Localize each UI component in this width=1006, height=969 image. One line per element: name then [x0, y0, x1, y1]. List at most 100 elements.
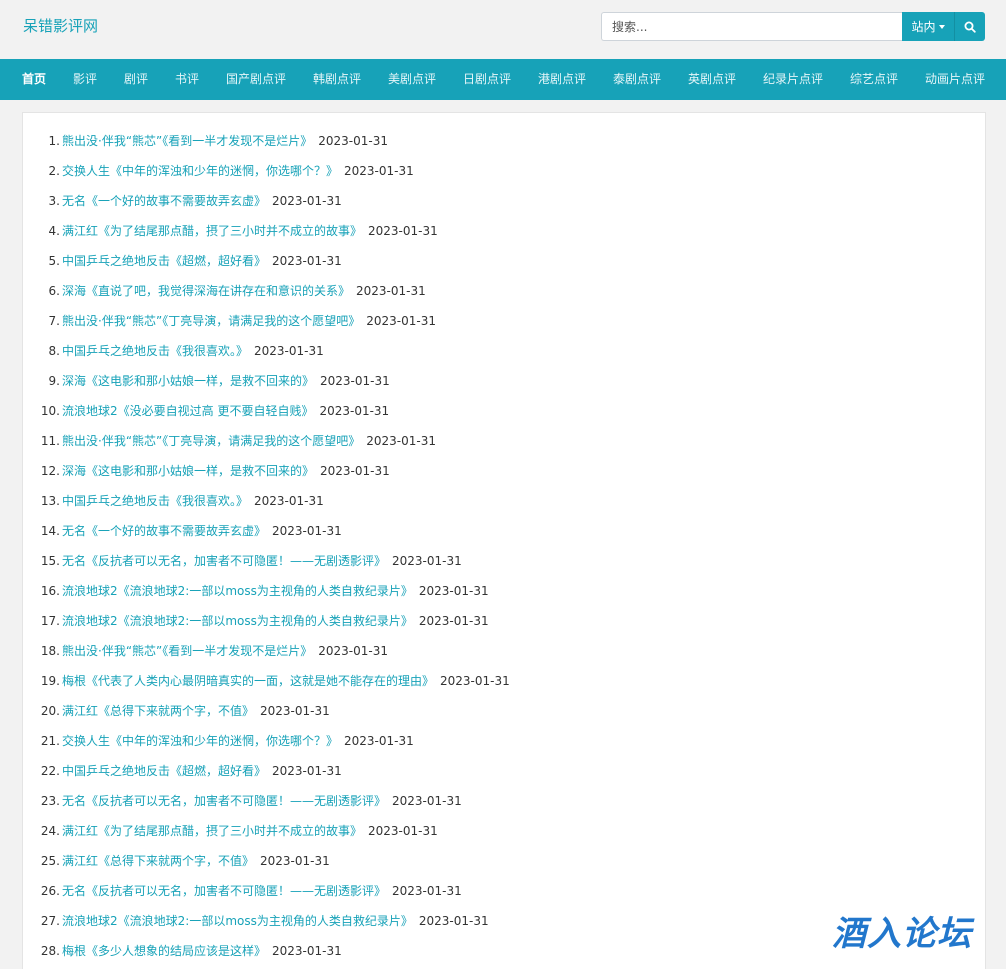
nav-item-book-reviews[interactable]: 书评: [175, 59, 199, 100]
review-title: 无名《反抗者可以无名，加害者不可隐匿！——无剧透影评》: [62, 794, 387, 808]
nav-item-jp-drama[interactable]: 日剧点评: [463, 59, 511, 100]
main-nav: 首页 影评 剧评 书评 国产剧点评 韩剧点评 美剧点评 日剧点评 港剧点评 泰剧…: [0, 59, 1006, 100]
nav-item-variety[interactable]: 综艺点评: [850, 59, 898, 100]
review-link[interactable]: 交换人生《中年的浑浊和少年的迷惘，你选哪个？》 2023-01-31: [62, 726, 414, 756]
review-link[interactable]: 流浪地球2《没必要自视过高 更不要自轻自贱》 2023-01-31: [62, 396, 389, 426]
search-button[interactable]: [954, 12, 985, 41]
search-scope-dropdown[interactable]: 站内: [902, 12, 954, 41]
review-link[interactable]: 无名《一个好的故事不需要故弄玄虚》 2023-01-31: [62, 516, 342, 546]
review-link[interactable]: 无名《一个好的故事不需要故弄玄虚》 2023-01-31: [62, 186, 342, 216]
review-date: 2023-01-31: [368, 824, 438, 838]
review-link[interactable]: 梅根《代表了人类内心最阴暗真实的一面，这就是她不能存在的理由》 2023-01-3…: [62, 666, 510, 696]
review-link[interactable]: 满江红《总得下来就两个字，不值》 2023-01-31: [62, 846, 330, 876]
list-item: 8. 中国乒乓之绝地反击《我很喜欢。》 2023-01-31: [23, 336, 985, 366]
review-date: 2023-01-31: [418, 614, 489, 628]
review-link[interactable]: 无名《反抗者可以无名，加害者不可隐匿！——无剧透影评》 2023-01-31: [62, 546, 462, 576]
nav-item-movie-reviews[interactable]: 影评: [73, 59, 97, 100]
list-item-number: 21.: [40, 734, 60, 748]
search-form: 站内: [601, 12, 985, 41]
nav-item-hk-drama[interactable]: 港剧点评: [538, 59, 586, 100]
review-title: 熊出没·伴我“熊芯”《看到一半才发现不是烂片》: [62, 134, 313, 148]
review-link[interactable]: 无名《反抗者可以无名，加害者不可隐匿！——无剧透影评》 2023-01-31: [62, 786, 462, 816]
search-input[interactable]: [601, 12, 902, 41]
review-link[interactable]: 熊出没·伴我“熊芯”《看到一半才发现不是烂片》 2023-01-31: [62, 636, 388, 666]
review-link[interactable]: 中国乒乓之绝地反击《超燃，超好看》 2023-01-31: [62, 756, 342, 786]
list-item: 15. 无名《反抗者可以无名，加害者不可隐匿！——无剧透影评》 2023-01-31: [23, 546, 985, 576]
review-title: 中国乒乓之绝地反击《我很喜欢。》: [62, 494, 249, 508]
review-link[interactable]: 熊出没·伴我“熊芯”《丁亮导演，请满足我的这个愿望吧》 2023-01-31: [62, 306, 436, 336]
review-date: 2023-01-31: [320, 374, 390, 388]
watermark-logo: 酒入论坛: [832, 914, 972, 954]
review-title: 交换人生《中年的浑浊和少年的迷惘，你选哪个？》: [62, 734, 339, 748]
nav-item-kr-drama[interactable]: 韩剧点评: [313, 59, 361, 100]
search-icon: [964, 21, 976, 33]
list-item-number: 27.: [40, 914, 60, 928]
nav-item-drama-reviews[interactable]: 剧评: [124, 59, 148, 100]
review-date: 2023-01-31: [260, 854, 330, 868]
nav-item-uk-drama[interactable]: 英剧点评: [688, 59, 736, 100]
review-date: 2023-01-31: [366, 434, 437, 448]
review-link[interactable]: 流浪地球2《流浪地球2:一部以moss为主视角的人类自救纪录片》 2023-01-…: [62, 606, 489, 636]
list-item: 17. 流浪地球2《流浪地球2:一部以moss为主视角的人类自救纪录片》 2023-…: [23, 606, 985, 636]
list-item-number: 28.: [40, 944, 60, 958]
nav-item-documentary[interactable]: 纪录片点评: [763, 59, 823, 100]
list-item: 25. 满江红《总得下来就两个字，不值》 2023-01-31: [23, 846, 985, 876]
list-item: 11. 熊出没·伴我“熊芯”《丁亮导演，请满足我的这个愿望吧》 2023-01-31: [23, 426, 985, 456]
review-link[interactable]: 深海《这电影和那小姑娘一样，是救不回来的》 2023-01-31: [62, 366, 390, 396]
site-title[interactable]: 呆错影评网: [23, 15, 98, 36]
list-item-number: 6.: [48, 284, 60, 298]
review-date: 2023-01-31: [318, 134, 388, 148]
review-title: 流浪地球2《流浪地球2:一部以moss为主视角的人类自救纪录片》: [62, 584, 413, 598]
list-item-number: 13.: [40, 494, 60, 508]
review-link[interactable]: 流浪地球2《流浪地球2:一部以moss为主视角的人类自救纪录片》 2023-01-…: [62, 906, 489, 936]
list-item: 26. 无名《反抗者可以无名，加害者不可隐匿！——无剧透影评》 2023-01-31: [23, 876, 985, 906]
nav-item-us-drama[interactable]: 美剧点评: [388, 59, 436, 100]
nav-item-th-drama[interactable]: 泰剧点评: [613, 59, 661, 100]
list-item-number: 23.: [40, 794, 60, 808]
list-item: 14. 无名《一个好的故事不需要故弄玄虚》 2023-01-31: [23, 516, 985, 546]
review-title: 无名《反抗者可以无名，加害者不可隐匿！——无剧透影评》: [62, 884, 387, 898]
review-date: 2023-01-31: [272, 524, 342, 538]
review-link[interactable]: 中国乒乓之绝地反击《我很喜欢。》 2023-01-31: [62, 486, 324, 516]
nav-item-animation[interactable]: 动画片点评: [925, 59, 985, 100]
review-date: 2023-01-31: [272, 254, 342, 268]
review-link[interactable]: 交换人生《中年的浑浊和少年的迷惘，你选哪个？》 2023-01-31: [62, 156, 414, 186]
list-item: 5. 中国乒乓之绝地反击《超燃，超好看》 2023-01-31: [23, 246, 985, 276]
list-item-number: 25.: [40, 854, 60, 868]
list-item: 16. 流浪地球2《流浪地球2:一部以moss为主视角的人类自救纪录片》 2023-…: [23, 576, 985, 606]
list-item-number: 4.: [48, 224, 60, 238]
nav-item-home[interactable]: 首页: [22, 59, 46, 100]
list-item-number: 1.: [48, 134, 60, 148]
list-item: 23. 无名《反抗者可以无名，加害者不可隐匿！——无剧透影评》 2023-01-31: [23, 786, 985, 816]
list-item: 24. 满江红《为了结尾那点醋，摂了三小时并不成立的故事》 2023-01-31: [23, 816, 985, 846]
review-title: 无名《一个好的故事不需要故弄玄虚》: [62, 524, 267, 538]
review-title: 熊出没·伴我“熊芯”《丁亮导演，请满足我的这个愿望吧》: [62, 314, 361, 328]
list-item: 1. 熊出没·伴我“熊芯”《看到一半才发现不是烂片》 2023-01-31: [23, 126, 985, 156]
review-link[interactable]: 深海《这电影和那小姑娘一样，是救不回来的》 2023-01-31: [62, 456, 390, 486]
review-link[interactable]: 中国乒乓之绝地反击《超燃，超好看》 2023-01-31: [62, 246, 342, 276]
list-item: 22. 中国乒乓之绝地反击《超燃，超好看》 2023-01-31: [23, 756, 985, 786]
review-date: 2023-01-31: [344, 734, 414, 748]
review-link[interactable]: 流浪地球2《流浪地球2:一部以moss为主视角的人类自救纪录片》 2023-01-…: [62, 576, 489, 606]
review-link[interactable]: 梅根《多少人想象的结局应该是这样》 2023-01-31: [62, 936, 342, 966]
review-link[interactable]: 深海《直说了吧，我觉得深海在讲存在和意识的关系》 2023-01-31: [62, 276, 426, 306]
review-title: 流浪地球2《流浪地球2:一部以moss为主视角的人类自救纪录片》: [62, 614, 413, 628]
review-date: 2023-01-31: [356, 284, 426, 298]
review-link[interactable]: 中国乒乓之绝地反击《我很喜欢。》 2023-01-31: [62, 336, 324, 366]
review-title: 熊出没·伴我“熊芯”《丁亮导演，请满足我的这个愿望吧》: [62, 434, 361, 448]
review-date: 2023-01-31: [254, 344, 324, 358]
list-item: 7. 熊出没·伴我“熊芯”《丁亮导演，请满足我的这个愿望吧》 2023-01-31: [23, 306, 985, 336]
list-item: 4. 满江红《为了结尾那点醋，摂了三小时并不成立的故事》 2023-01-31: [23, 216, 985, 246]
review-list: 1. 熊出没·伴我“熊芯”《看到一半才发现不是烂片》 2023-01-31 2. 交换人…: [23, 126, 985, 966]
review-link[interactable]: 熊出没·伴我“熊芯”《看到一半才发现不是烂片》 2023-01-31: [62, 126, 388, 156]
list-item-number: 19.: [40, 674, 60, 688]
review-list-panel: 1. 熊出没·伴我“熊芯”《看到一半才发现不是烂片》 2023-01-31 2. 交换人…: [22, 112, 986, 969]
review-link[interactable]: 熊出没·伴我“熊芯”《丁亮导演，请满足我的这个愿望吧》 2023-01-31: [62, 426, 436, 456]
review-link[interactable]: 无名《反抗者可以无名，加害者不可隐匿！——无剧透影评》 2023-01-31: [62, 876, 462, 906]
nav-item-cn-drama[interactable]: 国产剧点评: [226, 59, 286, 100]
review-link[interactable]: 满江红《为了结尾那点醋，摂了三小时并不成立的故事》 2023-01-31: [62, 816, 438, 846]
caret-down-icon: [938, 25, 945, 29]
list-item-number: 9.: [48, 374, 60, 388]
review-link[interactable]: 满江红《总得下来就两个字，不值》 2023-01-31: [62, 696, 330, 726]
review-link[interactable]: 满江红《为了结尾那点醋，摂了三小时并不成立的故事》 2023-01-31: [62, 216, 438, 246]
